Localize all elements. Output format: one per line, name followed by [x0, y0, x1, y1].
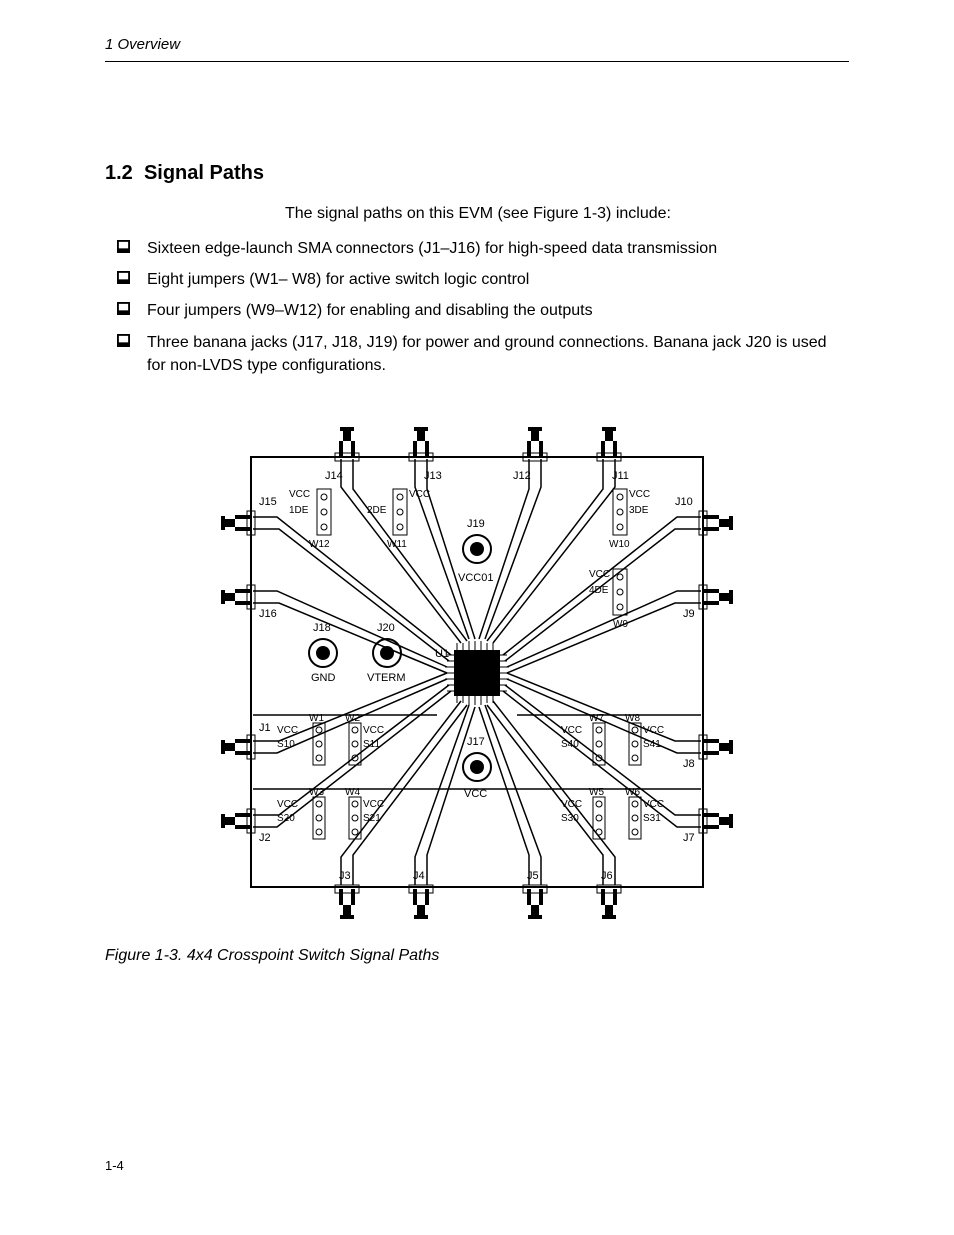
- svg-text:VCC: VCC: [589, 569, 610, 580]
- svg-text:1DE: 1DE: [289, 505, 309, 516]
- svg-text:J12: J12: [513, 470, 531, 482]
- svg-text:J14: J14: [325, 470, 343, 482]
- svg-text:J19: J19: [467, 518, 485, 530]
- svg-text:GND: GND: [311, 672, 336, 684]
- checkbox-bullet-icon: [117, 334, 130, 347]
- svg-text:J1: J1: [259, 722, 271, 734]
- svg-text:VCC: VCC: [409, 489, 430, 500]
- svg-text:VCC: VCC: [277, 799, 298, 810]
- figure: U1 J18 GND J20 VTERM J19 VCC01 J17 V: [105, 397, 849, 965]
- svg-text:J7: J7: [683, 832, 695, 844]
- svg-text:W10: W10: [609, 539, 630, 550]
- svg-text:J11: J11: [612, 470, 629, 482]
- list-item: Eight jumpers (W1– W8) for active switch…: [117, 268, 849, 291]
- svg-text:J13: J13: [424, 470, 442, 482]
- sma-left: J15 J16 J1 J2: [221, 496, 277, 844]
- svg-text:W5: W5: [589, 787, 604, 798]
- svg-text:J9: J9: [683, 608, 695, 620]
- list-item-text: Three banana jacks (J17, J18, J19) for p…: [147, 334, 827, 374]
- svg-text:W7: W7: [589, 713, 604, 724]
- banana-j19: J19 VCC01: [458, 518, 493, 584]
- svg-text:J4: J4: [413, 870, 425, 882]
- sma-bottom: J3 J4 J5 J6: [335, 870, 621, 919]
- svg-text:VCC: VCC: [561, 725, 582, 736]
- svg-text:4DE: 4DE: [589, 585, 609, 596]
- svg-text:VCC: VCC: [277, 725, 298, 736]
- svg-text:S31: S31: [643, 813, 661, 824]
- svg-text:VCC: VCC: [643, 725, 664, 736]
- svg-text:W3: W3: [309, 787, 324, 798]
- svg-text:S40: S40: [561, 739, 579, 750]
- svg-text:VCC: VCC: [629, 489, 650, 500]
- banana-j18: J18 GND: [309, 622, 337, 684]
- list-item-text: Sixteen edge-launch SMA connectors (J1–J…: [147, 240, 717, 257]
- svg-text:J16: J16: [259, 608, 277, 620]
- svg-text:VCC: VCC: [561, 799, 582, 810]
- svg-text:J5: J5: [527, 870, 539, 882]
- svg-text:J2: J2: [259, 832, 271, 844]
- list-item-text: Eight jumpers (W1– W8) for active switch…: [147, 271, 529, 288]
- svg-text:W6: W6: [625, 787, 640, 798]
- svg-text:VCC: VCC: [363, 725, 384, 736]
- list-item: Sixteen edge-launch SMA connectors (J1–J…: [117, 237, 849, 260]
- sma-top: J14 J13 J12 J11: [325, 427, 629, 482]
- figure-caption: Figure 1-3. 4x4 Crosspoint Switch Signal…: [105, 947, 849, 965]
- svg-text:J6: J6: [601, 870, 613, 882]
- svg-text:VTERM: VTERM: [367, 672, 406, 684]
- svg-text:J10: J10: [675, 496, 693, 508]
- svg-text:W9: W9: [613, 619, 628, 630]
- svg-text:2DE: 2DE: [367, 505, 387, 516]
- svg-text:VCC01: VCC01: [458, 572, 493, 584]
- svg-text:3DE: 3DE: [629, 505, 649, 516]
- label-u1: U1: [435, 648, 449, 660]
- svg-text:W4: W4: [345, 787, 360, 798]
- svg-text:S21: S21: [363, 813, 381, 824]
- svg-text:VCC: VCC: [643, 799, 664, 810]
- banana-j17: J17 VCC: [463, 736, 491, 800]
- checkbox-bullet-icon: [117, 240, 130, 253]
- page-number: 1-4: [105, 1158, 124, 1173]
- list-item: Three banana jacks (J17, J18, J19) for p…: [117, 331, 849, 377]
- list-item: Four jumpers (W9–W12) for enabling and d…: [117, 299, 849, 322]
- svg-text:J15: J15: [259, 496, 277, 508]
- section-heading: 1.2 Signal Paths: [105, 162, 849, 185]
- section-number: 1.2: [105, 162, 133, 184]
- page: 1 Overview 1.2 Signal Paths The signal p…: [0, 0, 954, 1235]
- svg-text:VCC: VCC: [464, 788, 487, 800]
- svg-text:W11: W11: [387, 539, 407, 550]
- svg-text:W1: W1: [309, 713, 324, 724]
- svg-text:W8: W8: [625, 713, 640, 724]
- list-item-text: Four jumpers (W9–W12) for enabling and d…: [147, 302, 593, 319]
- checkbox-bullet-icon: [117, 302, 130, 315]
- svg-text:W2: W2: [345, 713, 360, 724]
- checkbox-bullet-icon: [117, 271, 130, 284]
- svg-text:S11: S11: [363, 739, 380, 750]
- svg-text:S41: S41: [643, 739, 661, 750]
- svg-text:VCC: VCC: [289, 489, 310, 500]
- svg-text:J8: J8: [683, 758, 695, 770]
- bullet-list: Sixteen edge-launch SMA connectors (J1–J…: [117, 237, 849, 377]
- svg-text:J17: J17: [467, 736, 485, 748]
- svg-text:S10: S10: [277, 739, 295, 750]
- svg-text:VCC: VCC: [363, 799, 384, 810]
- svg-text:J3: J3: [339, 870, 351, 882]
- pcb-diagram: U1 J18 GND J20 VTERM J19 VCC01 J17 V: [217, 397, 737, 927]
- section-intro: The signal paths on this EVM (see Figure…: [285, 205, 849, 223]
- svg-text:S20: S20: [277, 813, 295, 824]
- running-header: 1 Overview: [105, 36, 849, 62]
- section-title: Signal Paths: [144, 162, 264, 184]
- svg-text:S30: S30: [561, 813, 579, 824]
- svg-text:W12: W12: [309, 539, 330, 550]
- svg-text:J20: J20: [377, 622, 395, 634]
